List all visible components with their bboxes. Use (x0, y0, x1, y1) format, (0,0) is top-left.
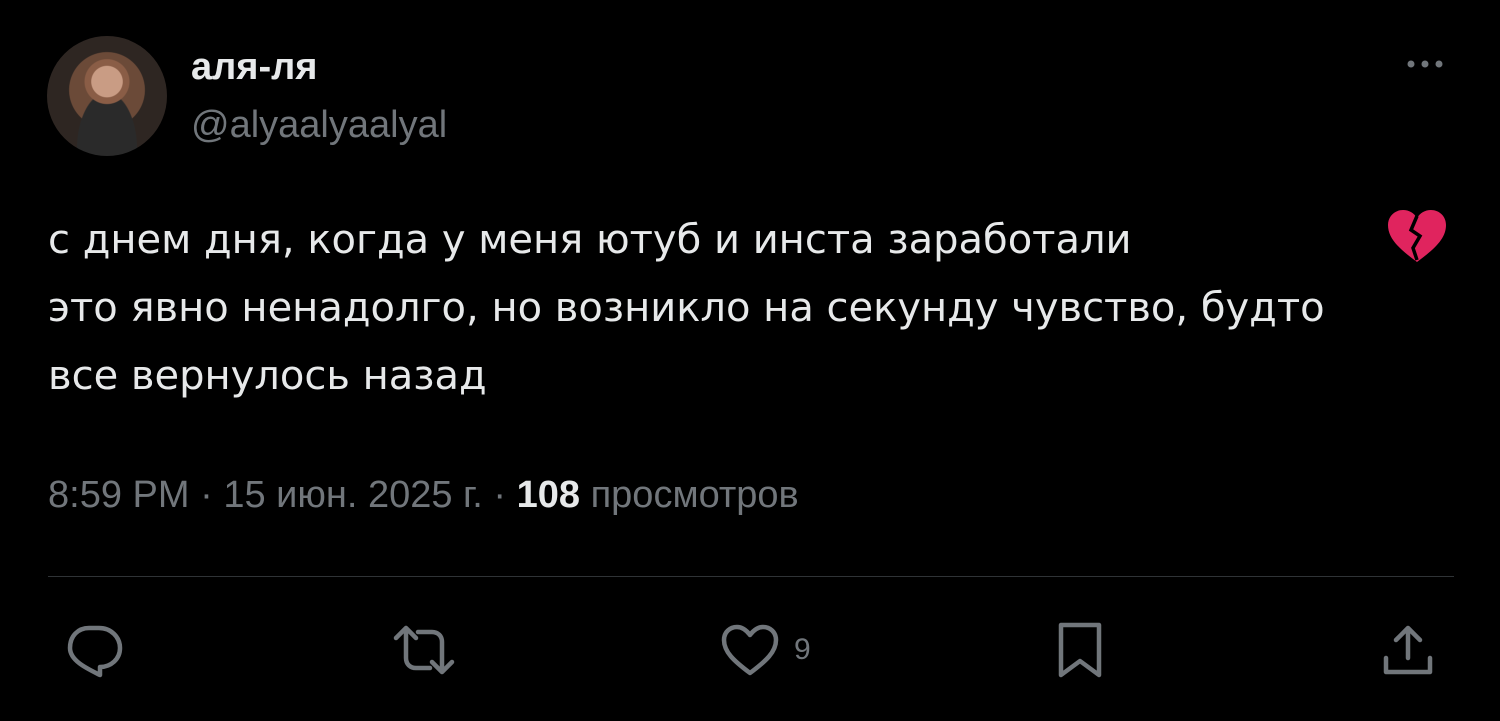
tweet-time[interactable]: 8:59 PM (48, 474, 190, 516)
bookmark-button[interactable] (1056, 620, 1104, 680)
tweet-date[interactable]: 15 июн. 2025 г. (223, 474, 483, 516)
reply-button[interactable] (64, 620, 124, 680)
avatar[interactable] (47, 36, 167, 156)
like-button[interactable]: 9 (720, 620, 811, 680)
broken-heart-icon (1386, 208, 1448, 264)
meta-separator: · (200, 474, 213, 516)
more-options-icon[interactable] (1400, 48, 1450, 78)
divider (48, 576, 1454, 577)
share-icon (1383, 625, 1433, 675)
tweet-text: с днем дня, когда у меня ютуб и инста за… (48, 206, 1468, 410)
retweet-button[interactable] (392, 620, 456, 680)
like-count: 9 (794, 633, 811, 666)
share-button[interactable] (1380, 620, 1436, 680)
bookmark-icon (1058, 622, 1102, 678)
tweet-line: с днем дня, когда у меня ютуб и инста за… (48, 217, 1132, 263)
meta-separator: · (493, 474, 507, 516)
views-count: 108 (516, 474, 581, 516)
tweet-line: это явно ненадолго, но возникло на секун… (48, 285, 1325, 331)
tweet-meta: 8:59 PM · 15 июн. 2025 г. · 108 просмотр… (48, 474, 799, 517)
display-name[interactable]: аля-ля (191, 46, 317, 89)
views-label: просмотров (590, 474, 799, 516)
retweet-icon (393, 625, 455, 675)
reply-icon (67, 625, 123, 678)
user-handle[interactable]: @alyaalyaalyal (191, 104, 447, 147)
heart-icon (721, 624, 779, 676)
tweet-line: все вернулось назад (48, 353, 487, 399)
